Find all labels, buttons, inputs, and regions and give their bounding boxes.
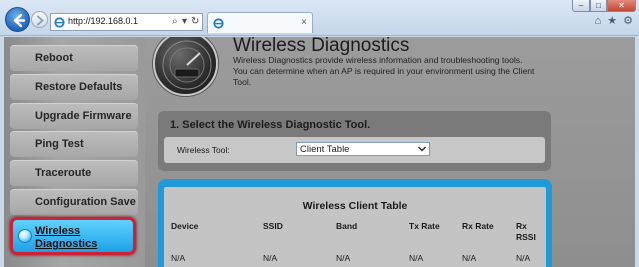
wireless-tool-select[interactable]: Client Table <box>296 142 430 156</box>
table-cell-rx-rate: N/A <box>462 253 477 263</box>
page-description: Wireless Diagnostics provide wireless in… <box>233 55 535 87</box>
browser-tab[interactable]: × <box>207 12 313 33</box>
sidebar-item-label: Upgrade Firmware <box>35 110 132 122</box>
sidebar-item-label: Ping Test <box>35 138 84 150</box>
column-header-ssid: SSID <box>263 221 283 231</box>
diagnostic-gauge-icon <box>162 40 212 90</box>
column-header-rx-rate: Rx Rate <box>462 221 494 231</box>
selected-tool-value: Client Table <box>300 144 350 155</box>
table-cell-band: N/A <box>336 253 351 263</box>
column-header-tx-rate: Tx Rate <box>409 221 440 231</box>
client-table: Wireless Client Table Device SSID Band T… <box>164 187 546 267</box>
page-title: Wireless Diagnostics <box>233 37 410 56</box>
sidebar-item-label: Reboot <box>35 52 73 64</box>
address-text[interactable]: http://192.168.0.1 <box>68 16 138 26</box>
dropdown-icon[interactable]: ▾ <box>182 16 187 28</box>
maximize-button[interactable]: □ <box>590 0 607 12</box>
tools-gear-icon[interactable]: ⚙ <box>623 15 633 27</box>
client-table-panel: Wireless Client Table Device SSID Band T… <box>158 179 552 267</box>
sidebar-item-label: Restore Defaults <box>35 81 123 93</box>
tab-ie-icon <box>213 18 224 29</box>
sidebar-item-reboot[interactable]: Reboot <box>10 45 138 71</box>
window-controls: – □ ✕ <box>572 0 636 12</box>
browser-toolbar: ⌂ ★ ⚙ <box>595 15 633 27</box>
sidebar-item-ping-test[interactable]: Ping Test <box>10 131 138 157</box>
sidebar-item-upgrade-firmware[interactable]: Upgrade Firmware <box>10 103 138 129</box>
sidebar-item-wireless-diagnostics[interactable]: Wireless Diagnostics <box>10 217 136 255</box>
router-page: Reboot Restore Defaults Upgrade Firmware… <box>4 37 635 267</box>
browser-chrome: http://192.168.0.1 ⌕ ▾ ↻ × – □ ✕ ⌂ ★ ⚙ <box>0 0 639 36</box>
chevron-down-icon <box>417 144 427 156</box>
tab-close-icon[interactable]: × <box>301 17 307 28</box>
sidebar-item-label: Wireless Diagnostics <box>35 225 98 250</box>
column-header-rx-rssi: Rx RSSI <box>516 221 536 242</box>
sidebar-item-restore-defaults[interactable]: Restore Defaults <box>10 74 138 100</box>
main-content: Wireless Diagnostics Wireless Diagnostic… <box>145 37 635 267</box>
table-cell-ssid: N/A <box>263 253 278 263</box>
wireless-diagnostics-icon <box>153 37 218 96</box>
home-icon[interactable]: ⌂ <box>595 15 602 27</box>
table-cell-device: N/A <box>171 253 186 263</box>
sidebar-item-label: Traceroute <box>35 167 92 179</box>
table-cell-rx-rssi: N/A <box>516 253 531 263</box>
column-header-device: Device <box>171 221 199 231</box>
sidebar-item-label: Configuration Save <box>35 196 136 208</box>
table-cell-tx-rate: N/A <box>409 253 424 263</box>
back-button[interactable] <box>5 7 30 32</box>
close-window-button[interactable]: ✕ <box>607 0 636 12</box>
sidebar-item-traceroute[interactable]: Traceroute <box>10 160 138 186</box>
search-icon[interactable]: ⌕ <box>172 16 178 28</box>
tool-select-row: Wireless Tool: Client Table <box>164 137 545 163</box>
back-arrow-icon <box>13 13 26 28</box>
sidebar-item-configuration-save[interactable]: Configuration Save <box>10 189 138 215</box>
address-bar[interactable]: http://192.168.0.1 ⌕ ▾ ↻ <box>50 13 203 31</box>
forward-arrow-icon <box>37 15 44 26</box>
favorites-icon[interactable]: ★ <box>607 15 617 27</box>
refresh-icon[interactable]: ↻ <box>191 16 199 28</box>
select-section-heading: 1. Select the Wireless Diagnostic Tool. <box>170 119 371 131</box>
wireless-bubble-icon <box>18 229 32 243</box>
forward-button[interactable] <box>31 11 48 28</box>
column-header-band: Band <box>336 221 358 231</box>
ie-logo-icon <box>54 17 65 28</box>
table-title: Wireless Client Table <box>302 200 408 212</box>
wireless-tool-label: Wireless Tool: <box>177 145 230 155</box>
sidebar: Reboot Restore Defaults Upgrade Firmware… <box>4 37 145 267</box>
tool-select-panel: 1. Select the Wireless Diagnostic Tool. … <box>158 111 551 171</box>
minimize-button[interactable]: – <box>572 0 590 12</box>
